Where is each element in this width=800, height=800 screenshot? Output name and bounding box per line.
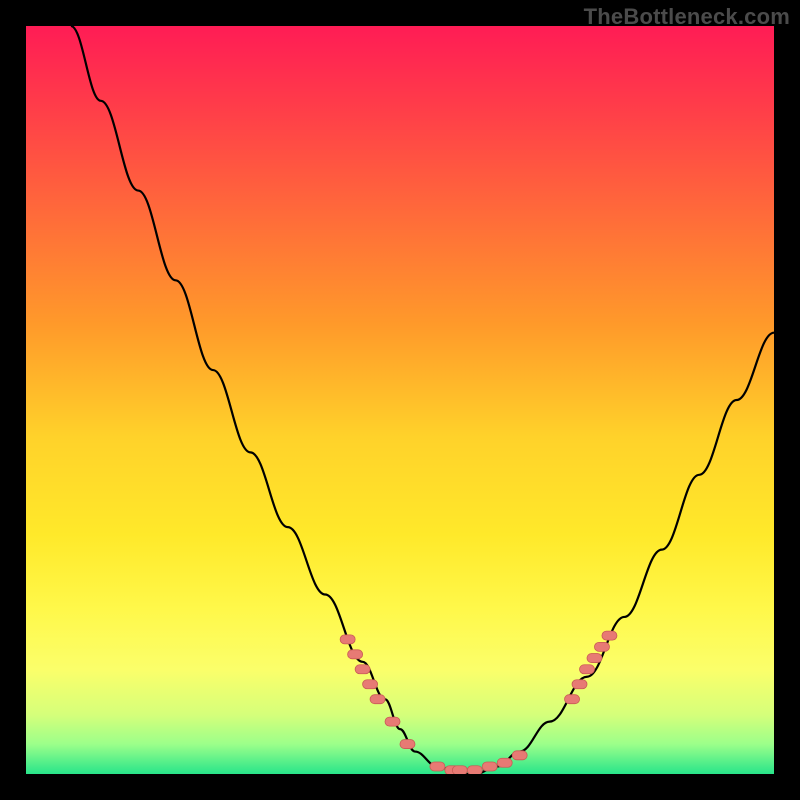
data-marker bbox=[587, 654, 602, 663]
chart-stage: TheBottleneck.com bbox=[0, 0, 800, 800]
data-marker bbox=[355, 665, 370, 674]
data-marker bbox=[602, 631, 617, 640]
data-marker bbox=[348, 650, 363, 659]
plot-area bbox=[26, 26, 774, 774]
watermark-text: TheBottleneck.com bbox=[584, 4, 790, 30]
data-marker bbox=[400, 740, 415, 749]
data-marker bbox=[580, 665, 595, 674]
data-marker bbox=[497, 758, 512, 767]
data-marker bbox=[430, 762, 445, 771]
data-marker bbox=[565, 695, 580, 704]
data-marker bbox=[467, 766, 482, 774]
data-marker bbox=[482, 762, 497, 771]
data-marker bbox=[452, 766, 467, 774]
data-marker bbox=[594, 642, 609, 651]
data-marker bbox=[572, 680, 587, 689]
marker-group bbox=[340, 631, 617, 774]
data-marker bbox=[363, 680, 378, 689]
data-marker bbox=[340, 635, 355, 644]
data-marker bbox=[512, 751, 527, 760]
chart-overlay bbox=[26, 26, 774, 774]
bottleneck-curve bbox=[71, 26, 774, 774]
data-marker bbox=[370, 695, 385, 704]
data-marker bbox=[385, 717, 400, 726]
